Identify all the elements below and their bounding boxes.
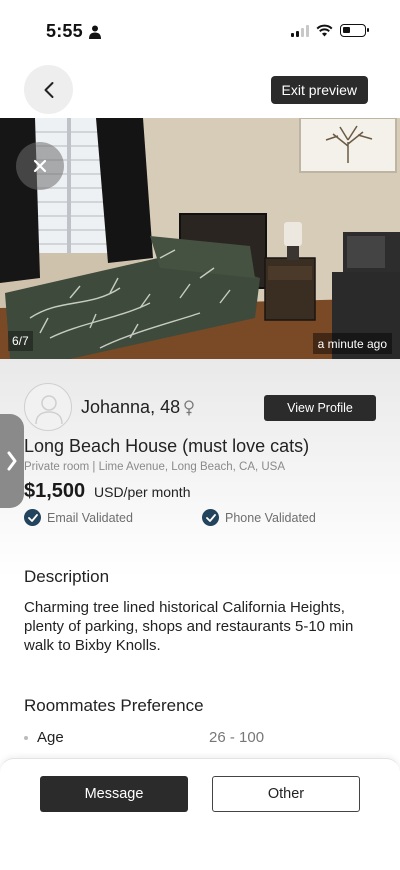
preference-label: Age <box>37 729 64 746</box>
user-placeholder-icon <box>35 395 63 425</box>
email-validated-badge: Email Validated <box>24 509 133 526</box>
listing-price: $1,500 <box>24 480 86 502</box>
description-text: Charming tree lined historical Californi… <box>24 599 354 654</box>
photo-counter: 6/7 <box>8 331 33 351</box>
chevron-left-icon <box>44 81 53 98</box>
status-time: 5:55 <box>46 21 83 41</box>
wifi-icon <box>316 24 333 37</box>
cellular-signal-icon <box>291 24 309 37</box>
bullet-icon <box>24 736 28 740</box>
profile-name: Johanna, 48 <box>81 397 181 417</box>
person-icon <box>89 25 101 39</box>
exit-preview-button[interactable]: Exit preview <box>270 76 368 104</box>
battery-icon <box>340 24 369 37</box>
check-circle-icon <box>24 509 41 526</box>
message-button[interactable]: Message <box>40 776 188 812</box>
bottom-action-bar <box>0 758 400 870</box>
listing-title: Long Beach House (must love cats) <box>24 436 310 456</box>
close-icon <box>33 159 47 173</box>
price-unit: USD/per month <box>94 484 191 500</box>
chevron-right-icon <box>7 451 17 471</box>
listing-location: Private room | Lime Avenue, Long Beach, … <box>24 461 286 473</box>
preferences-heading: Roommates Preference <box>24 696 204 715</box>
other-button[interactable]: Other <box>212 776 360 812</box>
description-heading: Description <box>24 567 110 586</box>
email-validated-label: Email Validated <box>47 510 133 525</box>
check-circle-icon <box>202 509 219 526</box>
preference-row-age: Age 26 - 100 <box>24 729 376 749</box>
phone-validated-badge: Phone Validated <box>202 509 316 526</box>
view-profile-button[interactable]: View Profile <box>264 395 376 421</box>
posted-time-badge: a minute ago <box>312 333 392 354</box>
status-bar: 5:55 <box>0 0 400 60</box>
side-drawer-tab[interactable] <box>0 414 24 508</box>
back-button[interactable] <box>24 65 73 114</box>
preference-value: 26 - 100 <box>209 729 265 746</box>
avatar[interactable] <box>24 383 72 431</box>
female-symbol-icon <box>184 400 194 416</box>
status-indicators <box>291 24 369 37</box>
close-photo-button[interactable] <box>16 142 64 190</box>
phone-validated-label: Phone Validated <box>225 510 316 525</box>
